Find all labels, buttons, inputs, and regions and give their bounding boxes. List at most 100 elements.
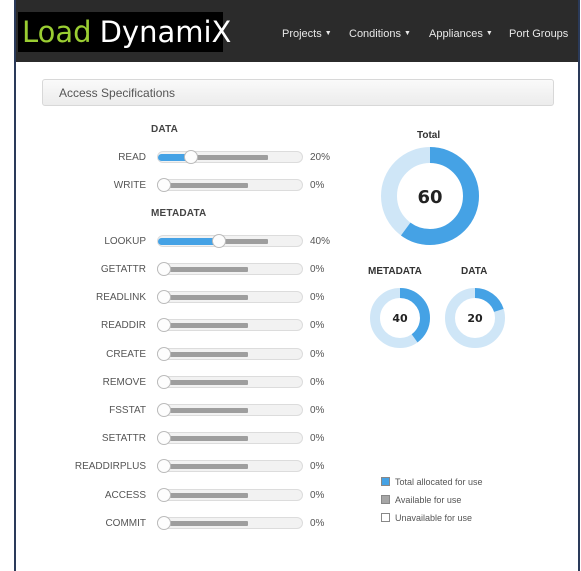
slider-available-range <box>170 464 248 469</box>
data-donut: 20 <box>445 288 505 348</box>
slider-thumb[interactable] <box>184 150 198 164</box>
row-label-remove: REMOVE <box>102 377 146 388</box>
slider-create[interactable] <box>157 347 303 361</box>
row-label-readlink: READLINK <box>95 292 146 303</box>
legend-swatch-available <box>381 495 390 504</box>
slider-remove[interactable] <box>157 375 303 389</box>
percent-readlink: 0% <box>310 292 325 303</box>
slider-available-range <box>225 239 268 244</box>
legend-allocated: Total allocated for use <box>381 477 483 487</box>
legend-available: Available for use <box>381 495 461 505</box>
row-label-lookup: LOOKUP <box>104 236 146 247</box>
slider-available-range <box>170 380 248 385</box>
legend-unavailable: Unavailable for use <box>381 513 472 523</box>
percent-create: 0% <box>310 349 325 360</box>
slider-thumb[interactable] <box>157 488 171 502</box>
nav-appliances-label: Appliances <box>429 28 483 40</box>
slider-readlink[interactable] <box>157 290 303 304</box>
slider-readdirplus[interactable] <box>157 459 303 473</box>
percent-write: 0% <box>310 180 325 191</box>
slider-available-range <box>170 436 248 441</box>
metadata-donut-label: METADATA <box>368 266 422 277</box>
logo-word-load: Load <box>22 15 92 49</box>
caret-down-icon: ▼ <box>485 30 493 37</box>
percent-commit: 0% <box>310 518 325 529</box>
data-donut-value: 20 <box>467 312 483 325</box>
nav-appliances[interactable]: Appliances ▼ <box>429 28 493 40</box>
legend-swatch-unavailable <box>381 513 390 522</box>
slider-thumb[interactable] <box>157 262 171 276</box>
slider-available-range <box>170 267 248 272</box>
nav-port-groups[interactable]: Port Groups <box>509 28 568 40</box>
slider-thumb[interactable] <box>157 431 171 445</box>
slider-thumb[interactable] <box>157 403 171 417</box>
nav-port-groups-label: Port Groups <box>509 28 569 40</box>
slider-getattr[interactable] <box>157 262 303 276</box>
app-frame: Load DynamiX Projects ▼ Conditions ▼ Appli… <box>14 0 580 571</box>
slider-available-range <box>170 493 248 498</box>
data-section-title: DATA <box>151 124 179 135</box>
row-label-read: READ <box>118 152 146 163</box>
percent-getattr: 0% <box>310 264 325 275</box>
row-label-readdir: READDIR <box>100 320 146 331</box>
panel-title: Access Specifications <box>59 86 176 100</box>
access-specifications-header: Access Specifications <box>42 79 554 106</box>
slider-thumb[interactable] <box>157 178 171 192</box>
slider-commit[interactable] <box>157 516 303 530</box>
slider-readdir[interactable] <box>157 318 303 332</box>
legend-swatch-allocated <box>381 477 390 486</box>
row-label-access: ACCESS <box>104 490 146 501</box>
total-donut-label: Total <box>417 130 441 141</box>
caret-down-icon: ▼ <box>324 30 332 37</box>
slider-fsstat[interactable] <box>157 403 303 417</box>
total-donut: 60 <box>381 147 479 245</box>
legend-available-label: Available for use <box>395 495 462 505</box>
slider-available-range <box>170 521 248 526</box>
slider-available-range <box>170 295 248 300</box>
slider-access[interactable] <box>157 488 303 502</box>
percent-remove: 0% <box>310 377 325 388</box>
percent-readdirplus: 0% <box>310 461 325 472</box>
slider-available-range <box>170 408 248 413</box>
slider-available-range <box>170 183 248 188</box>
metadata-section-title: METADATA <box>151 208 207 219</box>
slider-thumb[interactable] <box>157 459 171 473</box>
slider-available-range <box>197 155 268 160</box>
slider-setattr[interactable] <box>157 431 303 445</box>
metadata-donut: 40 <box>370 288 430 348</box>
slider-thumb[interactable] <box>157 318 171 332</box>
percent-readdir: 0% <box>310 320 325 331</box>
total-donut-value: 60 <box>417 187 442 208</box>
navbar: Load DynamiX Projects ▼ Conditions ▼ Appli… <box>16 0 578 62</box>
slider-read[interactable] <box>157 150 303 164</box>
row-label-fsstat: FSSTAT <box>109 405 146 416</box>
nav-projects-label: Projects <box>282 28 322 40</box>
nav-conditions[interactable]: Conditions ▼ <box>349 28 411 40</box>
slider-lookup[interactable] <box>157 234 303 248</box>
nav-conditions-label: Conditions <box>349 28 401 40</box>
slider-available-range <box>170 352 248 357</box>
percent-lookup: 40% <box>310 236 331 247</box>
logo-word-dynamix: DynamiX <box>99 15 232 49</box>
row-label-create: CREATE <box>106 349 146 360</box>
metadata-donut-value: 40 <box>392 312 408 325</box>
slider-thumb[interactable] <box>157 347 171 361</box>
caret-down-icon: ▼ <box>403 30 411 37</box>
slider-thumb[interactable] <box>157 290 171 304</box>
data-donut-label: DATA <box>461 266 488 277</box>
row-label-getattr: GETATTR <box>100 264 146 275</box>
percent-read: 20% <box>310 152 331 163</box>
percent-fsstat: 0% <box>310 405 325 416</box>
slider-thumb[interactable] <box>157 516 171 530</box>
legend-allocated-label: Total allocated for use <box>395 477 483 487</box>
slider-thumb[interactable] <box>212 234 226 248</box>
slider-thumb[interactable] <box>157 375 171 389</box>
row-label-commit: COMMIT <box>105 518 146 529</box>
row-label-write: WRITE <box>113 180 146 191</box>
slider-allocated-fill <box>158 238 217 245</box>
slider-write[interactable] <box>157 178 303 192</box>
slider-available-range <box>170 323 248 328</box>
nav-projects[interactable]: Projects ▼ <box>282 28 332 40</box>
load-dynamix-logo[interactable]: Load DynamiX <box>18 12 231 52</box>
percent-access: 0% <box>310 490 325 501</box>
